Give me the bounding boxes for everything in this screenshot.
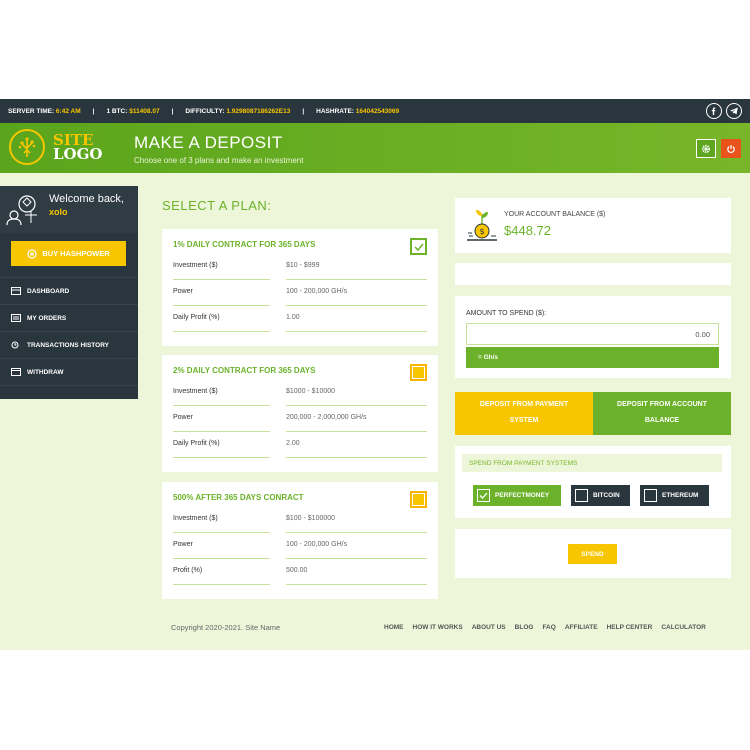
footer-link-blog[interactable]: BLOG [515,624,534,631]
tab-deposit-account-balance[interactable]: DEPOSIT FROM ACCOUNT BALANCE [593,392,731,435]
plan-row: Power 200,000 - 2,000,000 GH/s [173,406,427,432]
footer-link-help-center[interactable]: HELP CENTER [607,624,653,631]
balance-label: YOUR ACCOUNT BALANCE ($) [504,211,606,218]
social-links [706,103,742,119]
footer-link-about-us[interactable]: ABOUT US [472,624,506,631]
plan-row: Investment ($) $10 - $999 [173,254,427,280]
gear-icon [701,144,711,153]
balance-value: $448.72 [504,223,551,238]
site-logo[interactable]: SITE LOGO [9,129,103,165]
checkmark-icon [413,243,424,251]
power-icon [727,144,735,153]
avatar-icon [6,195,37,226]
page-header: SITE LOGO MAKE A DEPOSIT Choose one of 3… [0,123,750,173]
btc-price: 1 BTC: $11408.07 [106,107,160,115]
footer-link-how-it-works[interactable]: HOW IT WORKS [413,624,463,631]
tab-deposit-payment-system[interactable]: DEPOSIT FROM PAYMENT SYSTEM [455,392,593,435]
plan-title: 1% DAILY CONTRACT FOR 365 DAYS [173,240,316,249]
server-time: SERVER TIME: 6:42 AM [8,107,81,115]
plan-title: 2% DAILY CONTRACT FOR 365 DAYS [173,366,316,375]
sidebar-item-more[interactable] [0,385,138,399]
dashboard-icon [11,287,23,295]
plan-select-checkbox[interactable] [410,491,427,508]
sidebar-menu: DASHBOARD MY ORDERS TRANSACTIONS HISTORY… [0,277,138,399]
page-title: MAKE A DEPOSIT [134,133,283,152]
history-icon [11,341,23,349]
plan-card-2[interactable]: 2% DAILY CONTRACT FOR 365 DAYS Investmen… [162,355,438,472]
plan-row: Power 100 - 200,000 GH/s [173,280,427,306]
plan-select-checkbox[interactable] [410,238,427,255]
plan-row: Daily Profit (%) 1.00 [173,306,427,332]
plan-row: Profit (%) 500.00 [173,559,427,585]
username: xolo [49,207,68,217]
footer-link-faq[interactable]: FAQ [542,624,555,631]
facebook-icon[interactable] [706,103,722,119]
plan-card-3[interactable]: 500% AFTER 365 DAYS CONRACT Investment (… [162,482,438,599]
footer-nav: HOME HOW IT WORKS ABOUT US BLOG FAQ AFFI… [384,624,706,631]
ghs-readout: = Gh/s [466,347,719,368]
empty-card [455,263,731,285]
balance-card: $ YOUR ACCOUNT BALANCE ($) $448.72 [455,198,731,253]
logo-text: SITE LOGO [53,131,103,163]
logout-button[interactable] [721,139,741,158]
select-plan-heading: SELECT A PLAN: [162,198,272,213]
coin-icon [27,248,37,259]
welcome-text: Welcome back, [49,193,124,205]
money-plant-icon: $ [467,210,497,241]
payment-option-bitcoin[interactable]: BITCOIN [571,485,630,506]
top-stats-bar: SERVER TIME: 6:42 AM | 1 BTC: $11408.07 … [0,99,750,123]
hashrate: HASHRATE: 164042543069 [316,107,400,115]
sidebar-item-withdraw[interactable]: WITHDRAW [0,358,138,385]
tree-logo-icon [9,129,45,165]
payment-systems-card: SPEND FROM PAYMENT SYSTEMS PERFECTMONEY … [455,446,731,518]
buy-hashpower-button[interactable]: BUY HASHPOWER [11,241,126,266]
telegram-icon[interactable] [726,103,742,119]
plan-card-1[interactable]: 1% DAILY CONTRACT FOR 365 DAYS Investmen… [162,229,438,346]
sidebar-item-my-orders[interactable]: MY ORDERS [0,304,138,331]
checkbox[interactable] [644,489,657,502]
footer-link-affiliate[interactable]: AFFILIATE [565,624,598,631]
spend-card: SPEND [455,529,731,578]
sidebar-item-dashboard[interactable]: DASHBOARD [0,277,138,304]
settings-button[interactable] [696,139,716,158]
difficulty: DIFFICULTY: 1.9298087186262E13 [185,107,291,115]
page: SERVER TIME: 6:42 AM | 1 BTC: $11408.07 … [0,99,750,650]
spend-button[interactable]: SPEND [568,544,617,564]
withdraw-icon [11,368,23,376]
plan-select-checkbox[interactable] [410,364,427,381]
plan-row: Power 100 - 200,000 GH/s [173,533,427,559]
plan-title: 500% AFTER 365 DAYS CONRACT [173,493,304,502]
footer-link-calculator[interactable]: CALCULATOR [661,624,706,631]
amount-input[interactable]: 0.00 [466,323,719,345]
welcome-panel: Welcome back, xolo [0,186,138,233]
svg-text:$: $ [479,227,484,236]
payment-option-perfectmoney[interactable]: PERFECTMONEY [473,485,561,506]
payment-systems-heading: SPEND FROM PAYMENT SYSTEMS [462,454,722,472]
checkmark-icon [479,492,488,499]
page-subtitle: Choose one of 3 plans and make an invest… [134,156,304,165]
footer-link-home[interactable]: HOME [384,624,404,631]
plan-row: Investment ($) $1000 - $10000 [173,380,427,406]
copyright: Copyright 2020-2021. Site Name [171,623,281,632]
plan-row: Investment ($) $100 - $100000 [173,507,427,533]
amount-card: AMOUNT TO SPEND ($): 0.00 = Gh/s [455,296,731,378]
amount-label: AMOUNT TO SPEND ($): [466,310,547,317]
sidebar-item-transactions-history[interactable]: TRANSACTIONS HISTORY [0,331,138,358]
checkbox[interactable] [575,489,588,502]
orders-icon [11,314,23,322]
payment-option-ethereum[interactable]: ETHEREUM [640,485,709,506]
plan-row: Daily Profit (%) 2.00 [173,432,427,458]
checkbox[interactable] [477,489,490,502]
sidebar: Welcome back, xolo BUY HASHPOWER DASHBOA… [0,186,138,399]
